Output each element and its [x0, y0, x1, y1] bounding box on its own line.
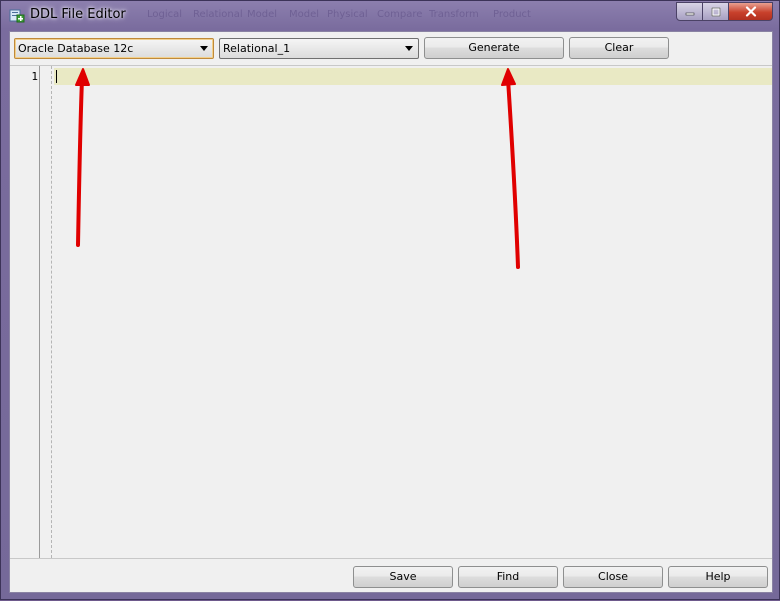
current-line-highlight	[54, 68, 772, 85]
database-version-select[interactable]: Oracle Database 12c	[14, 38, 214, 59]
generate-button[interactable]: Generate	[424, 37, 564, 59]
ghost-menu-label: Physical	[327, 9, 368, 20]
ghost-menu-label: Compare	[377, 9, 423, 20]
database-version-value: Oracle Database 12c	[18, 42, 134, 55]
maximize-icon	[711, 7, 720, 16]
window-title: DDL File Editor	[30, 7, 126, 22]
find-button[interactable]: Find	[458, 566, 558, 588]
minimize-button[interactable]	[676, 2, 703, 21]
help-button[interactable]: Help	[668, 566, 768, 588]
ddl-text-editor[interactable]: 1	[10, 65, 772, 559]
close-icon	[745, 6, 756, 17]
ddl-editor-icon	[9, 8, 25, 24]
dialog-client-area: Oracle Database 12c Relational_1 Generat…	[9, 31, 773, 593]
chevron-down-icon	[405, 46, 413, 51]
fold-margin	[51, 66, 52, 558]
ghost-menu-label: Transform	[429, 9, 479, 20]
line-number-gutter: 1	[10, 66, 40, 558]
clear-button[interactable]: Clear	[569, 37, 669, 59]
find-button-label: Find	[496, 570, 520, 583]
ghost-menu-label: Logical	[147, 9, 183, 20]
ghost-menu-label: Model	[289, 9, 320, 20]
save-button[interactable]: Save	[353, 566, 453, 588]
help-button-label: Help	[705, 570, 731, 583]
minimize-icon	[685, 12, 694, 15]
line-number: 1	[31, 70, 38, 83]
maximize-button[interactable]	[702, 2, 729, 21]
generate-button-label: Generate	[468, 41, 520, 54]
close-button-label: Close	[598, 570, 628, 583]
caption-buttons	[676, 2, 773, 21]
ddl-file-editor-window: DDL File Editor Logical Relational Model…	[0, 0, 780, 600]
save-button-label: Save	[389, 570, 417, 583]
ghost-menu-label: Relational	[193, 9, 243, 20]
title-bar[interactable]: DDL File Editor Logical Relational Model…	[1, 1, 779, 31]
ghost-menu-label: Model	[247, 9, 278, 20]
ghost-menu-label: Product	[493, 9, 531, 20]
text-caret	[56, 70, 57, 83]
relational-model-select[interactable]: Relational_1	[219, 38, 419, 59]
close-window-button[interactable]	[728, 2, 773, 21]
relational-model-value: Relational_1	[223, 42, 291, 55]
chevron-down-icon	[200, 46, 208, 51]
clear-button-label: Clear	[604, 41, 634, 54]
close-button[interactable]: Close	[563, 566, 663, 588]
